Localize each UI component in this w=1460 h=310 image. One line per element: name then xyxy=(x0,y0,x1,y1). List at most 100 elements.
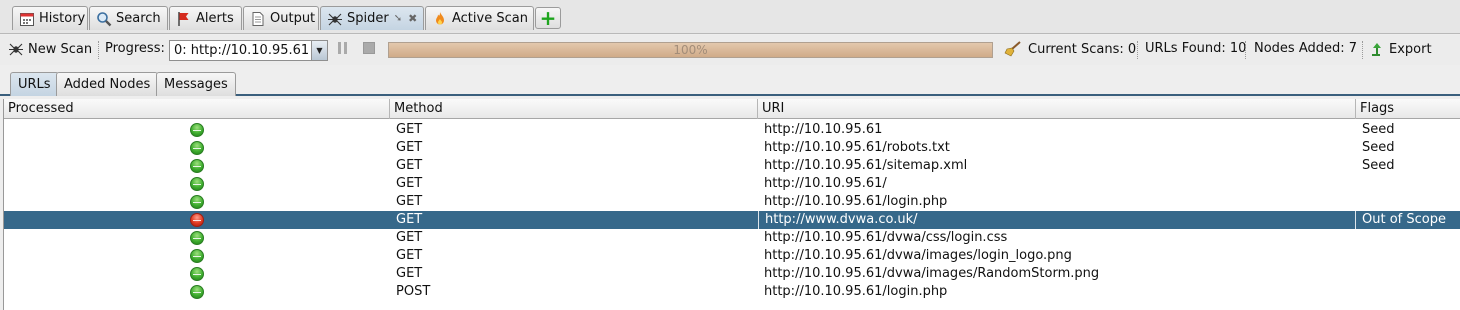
toolbar-separator xyxy=(1137,41,1138,59)
magnifier-icon xyxy=(96,11,112,27)
table-row[interactable]: GET http://www.dvwa.co.uk/Out of Scope xyxy=(4,211,1460,229)
cell-uri: http://10.10.95.61 xyxy=(764,122,883,137)
tab-alerts[interactable]: Alerts xyxy=(169,6,242,30)
tab-added-nodes[interactable]: Added Nodes xyxy=(56,72,159,96)
export-button[interactable]: Export xyxy=(1370,41,1432,57)
cell-flags: Seed xyxy=(1362,122,1395,137)
processed-ok-icon xyxy=(190,231,204,245)
toolbar-separator xyxy=(1245,41,1246,59)
tab-alerts-label: Alerts xyxy=(196,11,234,26)
cell-processed xyxy=(4,283,390,301)
pin-icon[interactable]: ➘ xyxy=(394,13,402,24)
stop-button[interactable] xyxy=(362,40,376,56)
cell-method: GET xyxy=(396,176,423,191)
chevron-down-icon[interactable]: ▼ xyxy=(311,41,327,60)
spider-icon xyxy=(327,11,343,27)
tab-search[interactable]: Search xyxy=(89,6,168,30)
tab-spider[interactable]: Spider ➘ ✖ xyxy=(320,6,424,30)
cell-uri: http://10.10.95.61/robots.txt xyxy=(764,140,950,155)
export-label: Export xyxy=(1389,41,1432,57)
processed-ok-icon xyxy=(190,177,204,191)
cell-method: GET xyxy=(396,248,423,263)
processed-excluded-icon xyxy=(190,213,204,227)
table-row[interactable]: GET http://10.10.95.61/dvwa/images/login_… xyxy=(4,247,1460,265)
cell-uri: http://www.dvwa.co.uk/ xyxy=(758,211,1356,229)
table-row[interactable]: GET http://10.10.95.61/login.php xyxy=(4,193,1460,211)
cell-method: GET xyxy=(396,266,423,281)
tab-messages-label: Messages xyxy=(164,77,228,92)
cell-flags: Seed xyxy=(1362,140,1395,155)
cell-processed xyxy=(4,139,390,157)
broom-icon xyxy=(1004,41,1022,57)
processed-ok-icon xyxy=(190,267,204,281)
export-icon xyxy=(1370,41,1384,57)
progress-scan-value: 0: http://10.10.95.61 xyxy=(174,43,310,58)
add-tab-button[interactable]: + xyxy=(535,7,561,29)
scan-progress-bar: 100% xyxy=(388,42,993,58)
current-scans-text: Current Scans: 0 xyxy=(1028,41,1137,57)
flag-icon xyxy=(176,11,192,27)
cell-uri: http://10.10.95.61/dvwa/images/RandomSto… xyxy=(764,266,1100,281)
cell-method: GET xyxy=(396,158,423,173)
tab-messages[interactable]: Messages xyxy=(156,72,236,96)
cell-uri: http://10.10.95.61/ xyxy=(764,176,887,191)
cell-method: GET xyxy=(396,140,423,155)
tab-active-scan[interactable]: Active Scan xyxy=(425,6,534,30)
urls-found-text: URLs Found: 10 xyxy=(1145,41,1247,56)
tab-active-scan-label: Active Scan xyxy=(452,11,528,26)
tab-added-nodes-label: Added Nodes xyxy=(64,77,151,92)
new-scan-button[interactable]: New Scan xyxy=(8,41,92,57)
cell-flags xyxy=(1356,265,1460,283)
cell-flags xyxy=(1356,175,1460,193)
tab-urls[interactable]: URLs xyxy=(10,72,59,96)
table-row[interactable]: GET http://10.10.95.61/robots.txt Seed xyxy=(4,139,1460,157)
table-row[interactable]: GET http://10.10.95.61 Seed xyxy=(4,121,1460,139)
processed-ok-icon xyxy=(190,123,204,137)
cell-flags xyxy=(1356,283,1460,301)
tab-history[interactable]: History xyxy=(12,6,88,30)
progress-scan-select[interactable]: 0: http://10.10.95.61 ▼ xyxy=(169,40,328,61)
nodes-added-text: Nodes Added: 7 xyxy=(1254,41,1358,56)
table-row[interactable]: GET http://10.10.95.61/sitemap.xml Seed xyxy=(4,157,1460,175)
cell-processed xyxy=(4,211,390,229)
processed-ok-icon xyxy=(190,249,204,263)
column-header-uri[interactable]: URI xyxy=(758,99,1356,119)
processed-ok-icon xyxy=(190,285,204,299)
processed-ok-icon xyxy=(190,195,204,209)
calendar-icon xyxy=(19,11,35,27)
cell-flags xyxy=(1356,247,1460,265)
document-icon xyxy=(250,11,266,27)
toolbar-separator xyxy=(1362,41,1363,59)
cell-method: GET xyxy=(396,230,423,245)
tab-history-label: History xyxy=(39,11,86,26)
toolbar-separator xyxy=(98,41,99,59)
panel-tab-strip: History Search Alerts Output Spider ➘ ✖ … xyxy=(0,0,1460,34)
pause-button[interactable] xyxy=(336,40,350,56)
stop-icon xyxy=(363,42,375,54)
table-header: Processed Method URI Flags xyxy=(4,99,1460,119)
tab-output[interactable]: Output xyxy=(243,6,319,30)
table-row[interactable]: POST http://10.10.95.61/login.php xyxy=(4,283,1460,301)
cell-uri: http://10.10.95.61/sitemap.xml xyxy=(764,158,968,173)
cell-flags xyxy=(1356,229,1460,247)
cell-processed xyxy=(4,193,390,211)
cell-processed xyxy=(4,121,390,139)
cell-processed xyxy=(4,175,390,193)
tab-output-label: Output xyxy=(270,11,316,26)
progress-label: Progress: xyxy=(105,41,165,56)
cell-processed xyxy=(4,157,390,175)
close-icon[interactable]: ✖ xyxy=(408,12,417,25)
cell-processed xyxy=(4,265,390,283)
column-header-method[interactable]: Method xyxy=(390,99,758,119)
tab-spider-label: Spider xyxy=(347,11,389,26)
table-row[interactable]: GET http://10.10.95.61/dvwa/css/login.css xyxy=(4,229,1460,247)
current-scans-status: Current Scans: 0 xyxy=(1004,41,1136,57)
column-header-flags[interactable]: Flags xyxy=(1356,99,1460,119)
table-row[interactable]: GET http://10.10.95.61/ xyxy=(4,175,1460,193)
cell-flags xyxy=(1356,193,1460,211)
results-tab-strip: URLs Added Nodes Messages xyxy=(0,68,1460,96)
plus-icon: + xyxy=(539,6,557,30)
spider-icon xyxy=(8,41,24,57)
column-header-processed[interactable]: Processed xyxy=(4,99,390,119)
table-row[interactable]: GET http://10.10.95.61/dvwa/images/Random… xyxy=(4,265,1460,283)
